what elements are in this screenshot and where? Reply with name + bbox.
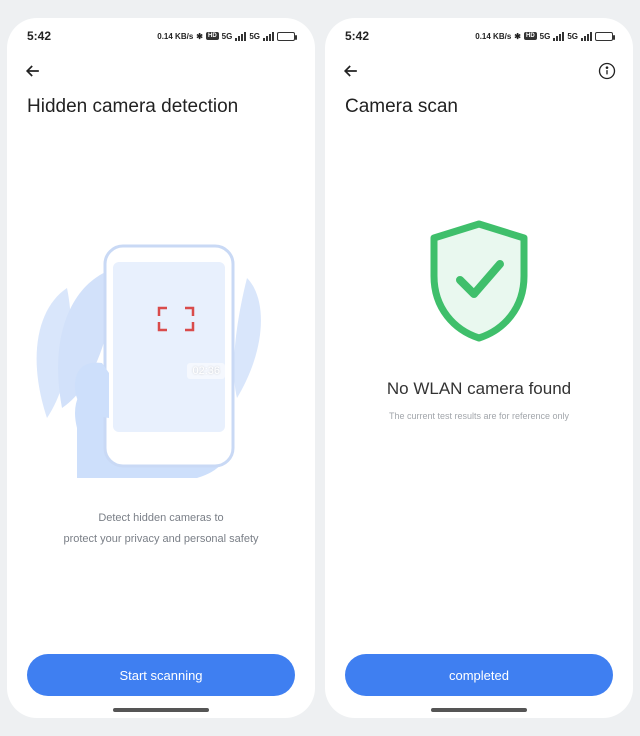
status-time: 5:42: [27, 29, 51, 43]
button-label: Start scanning: [119, 668, 202, 683]
signal-icon-2: [581, 32, 592, 41]
signal-icon: [553, 32, 564, 41]
net-label-2: 5G: [249, 32, 260, 41]
page-title: Camera scan: [325, 92, 633, 128]
result-title: No WLAN camera found: [387, 379, 571, 399]
bluetooth-icon: ✱: [196, 32, 203, 41]
screen-hidden-camera-detection: 5:42 0.14 KB/s ✱ HD 5G 5G Hidden camera …: [7, 18, 315, 718]
header: [7, 50, 315, 92]
bluetooth-icon: ✱: [514, 32, 521, 41]
header: [325, 50, 633, 92]
status-indicators: 0.14 KB/s ✱ HD 5G 5G: [157, 32, 295, 41]
battery-icon: [595, 32, 613, 41]
info-button[interactable]: [597, 61, 617, 81]
hd-icon: HD: [524, 32, 537, 40]
status-rate: 0.14 KB/s: [475, 32, 511, 41]
description: Detect hidden cameras to protect your pr…: [33, 478, 288, 550]
description-line: Detect hidden cameras to: [63, 508, 258, 529]
button-label: completed: [449, 668, 509, 683]
back-button[interactable]: [23, 61, 43, 81]
net-label-2: 5G: [567, 32, 578, 41]
result-subtitle: The current test results are for referen…: [389, 411, 569, 421]
page-title: Hidden camera detection: [7, 92, 315, 128]
status-time: 5:42: [345, 29, 369, 43]
description-line: protect your privacy and personal safety: [63, 529, 258, 550]
battery-icon: [277, 32, 295, 41]
completed-button[interactable]: completed: [345, 654, 613, 696]
illustration-hand-phone: 02:36: [7, 138, 315, 478]
status-bar: 5:42 0.14 KB/s ✱ HD 5G 5G: [7, 18, 315, 50]
status-bar: 5:42 0.14 KB/s ✱ HD 5G 5G: [325, 18, 633, 50]
screen-camera-scan: 5:42 0.14 KB/s ✱ HD 5G 5G Camera scan: [325, 18, 633, 718]
home-indicator[interactable]: [431, 708, 527, 712]
illustration-timer: 02:36: [187, 363, 225, 379]
status-rate: 0.14 KB/s: [157, 32, 193, 41]
hd-icon: HD: [206, 32, 219, 40]
net-label: 5G: [222, 32, 233, 41]
home-indicator[interactable]: [113, 708, 209, 712]
net-label: 5G: [540, 32, 551, 41]
signal-icon-2: [263, 32, 274, 41]
shield-check-icon: [424, 218, 534, 349]
back-button[interactable]: [341, 61, 361, 81]
start-scanning-button[interactable]: Start scanning: [27, 654, 295, 696]
status-indicators: 0.14 KB/s ✱ HD 5G 5G: [475, 32, 613, 41]
signal-icon: [235, 32, 246, 41]
